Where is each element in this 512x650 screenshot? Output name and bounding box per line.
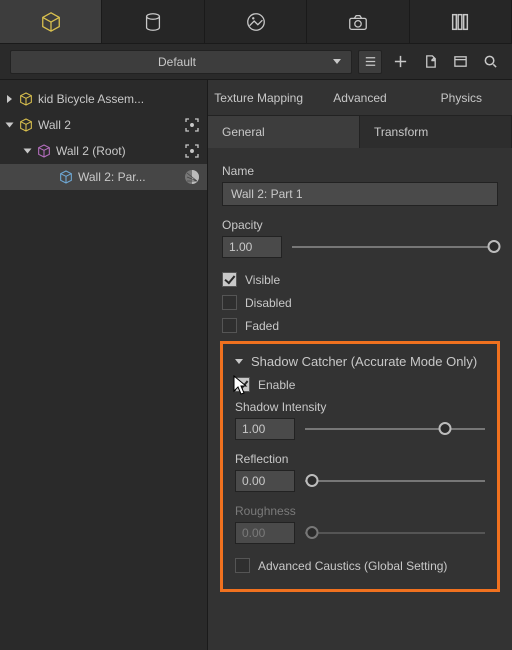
- tree-row[interactable]: Wall 2: [0, 112, 207, 138]
- chevron-down-icon: [235, 359, 243, 364]
- focus-icon[interactable]: [183, 116, 201, 134]
- tab-general[interactable]: General: [208, 116, 360, 148]
- faded-label: Faded: [245, 319, 279, 333]
- preset-dropdown[interactable]: Default: [10, 50, 352, 74]
- cube-icon: [40, 11, 62, 33]
- focus-icon[interactable]: [183, 142, 201, 160]
- roughness-slider: [305, 526, 485, 540]
- tree-row[interactable]: Wall 2: Par...: [0, 164, 207, 190]
- tree-label: Wall 2: Par...: [78, 170, 179, 184]
- roughness-label: Roughness: [235, 504, 485, 518]
- opacity-slider[interactable]: [292, 240, 498, 254]
- enable-checkbox[interactable]: [235, 377, 250, 392]
- cube-outline-icon: [36, 143, 52, 159]
- opacity-input[interactable]: [222, 236, 282, 258]
- expand-toggle[interactable]: [22, 147, 32, 155]
- export-button[interactable]: [418, 50, 442, 74]
- disabled-checkbox[interactable]: [222, 295, 237, 310]
- roughness-input: [235, 522, 295, 544]
- tab-texture-mapping[interactable]: Texture Mapping: [208, 91, 309, 105]
- top-tab-camera[interactable]: [307, 0, 409, 43]
- top-tab-database[interactable]: [102, 0, 204, 43]
- expand-toggle[interactable]: [4, 121, 14, 129]
- search-icon: [483, 54, 498, 69]
- section-header[interactable]: Shadow Catcher (Accurate Mode Only): [235, 354, 485, 369]
- shadow-catcher-section: Shadow Catcher (Accurate Mode Only) Enab…: [220, 341, 500, 592]
- tree-label: kid Bicycle Assem...: [38, 92, 201, 106]
- top-tab-environment[interactable]: [205, 0, 307, 43]
- visible-label: Visible: [245, 273, 280, 287]
- chevron-down-icon: [333, 59, 341, 64]
- faded-checkbox[interactable]: [222, 318, 237, 333]
- preset-label: Default: [21, 55, 333, 69]
- name-input[interactable]: [222, 182, 498, 206]
- tree-row[interactable]: kid Bicycle Assem...: [0, 86, 207, 112]
- cube-icon: [18, 91, 34, 107]
- cube-icon: [18, 117, 34, 133]
- preset-toolbar: Default: [0, 44, 512, 80]
- advanced-caustics-checkbox[interactable]: [235, 558, 250, 573]
- cylinder-icon: [142, 11, 164, 33]
- panel-tabs-primary: Texture Mapping Advanced Physics: [208, 80, 512, 116]
- tab-advanced[interactable]: Advanced: [309, 91, 410, 105]
- list-button[interactable]: [358, 50, 382, 74]
- reflection-label: Reflection: [235, 452, 485, 466]
- shadow-intensity-label: Shadow Intensity: [235, 400, 485, 414]
- cube-icon: [58, 169, 74, 185]
- general-form: Name Opacity Visible Disabled Faded: [208, 148, 512, 650]
- panel-button[interactable]: [448, 50, 472, 74]
- search-button[interactable]: [478, 50, 502, 74]
- export-icon: [423, 54, 438, 69]
- tree-row[interactable]: Wall 2 (Root): [0, 138, 207, 164]
- advanced-caustics-label: Advanced Caustics (Global Setting): [258, 559, 447, 573]
- add-button[interactable]: [388, 50, 412, 74]
- reflection-input[interactable]: [235, 470, 295, 492]
- shadow-intensity-input[interactable]: [235, 418, 295, 440]
- disabled-label: Disabled: [245, 296, 292, 310]
- tree-label: Wall 2: [38, 118, 179, 132]
- expand-toggle[interactable]: [4, 95, 14, 103]
- camera-icon: [347, 11, 369, 33]
- properties-panel: Texture Mapping Advanced Physics General…: [208, 80, 512, 650]
- visible-checkbox[interactable]: [222, 272, 237, 287]
- opacity-label: Opacity: [222, 218, 498, 232]
- plus-icon: [393, 54, 408, 69]
- scene-tree: kid Bicycle Assem... Wall 2 Wall 2 (Root…: [0, 80, 208, 650]
- material-icon[interactable]: [183, 168, 201, 186]
- name-label: Name: [222, 164, 498, 178]
- section-title: Shadow Catcher (Accurate Mode Only): [251, 354, 477, 369]
- columns-icon: [449, 11, 471, 33]
- reflection-slider[interactable]: [305, 474, 485, 488]
- list-icon: [363, 54, 378, 69]
- enable-label: Enable: [258, 378, 295, 392]
- top-tab-bar: [0, 0, 512, 44]
- landscape-icon: [245, 11, 267, 33]
- top-tab-model[interactable]: [0, 0, 102, 43]
- shadow-intensity-slider[interactable]: [305, 422, 485, 436]
- tree-label: Wall 2 (Root): [56, 144, 179, 158]
- panel-tabs-secondary: General Transform: [208, 116, 512, 148]
- top-tab-layout[interactable]: [410, 0, 512, 43]
- main-split: kid Bicycle Assem... Wall 2 Wall 2 (Root…: [0, 80, 512, 650]
- tab-physics[interactable]: Physics: [411, 91, 512, 105]
- panel-icon: [453, 54, 468, 69]
- tab-transform[interactable]: Transform: [360, 116, 512, 148]
